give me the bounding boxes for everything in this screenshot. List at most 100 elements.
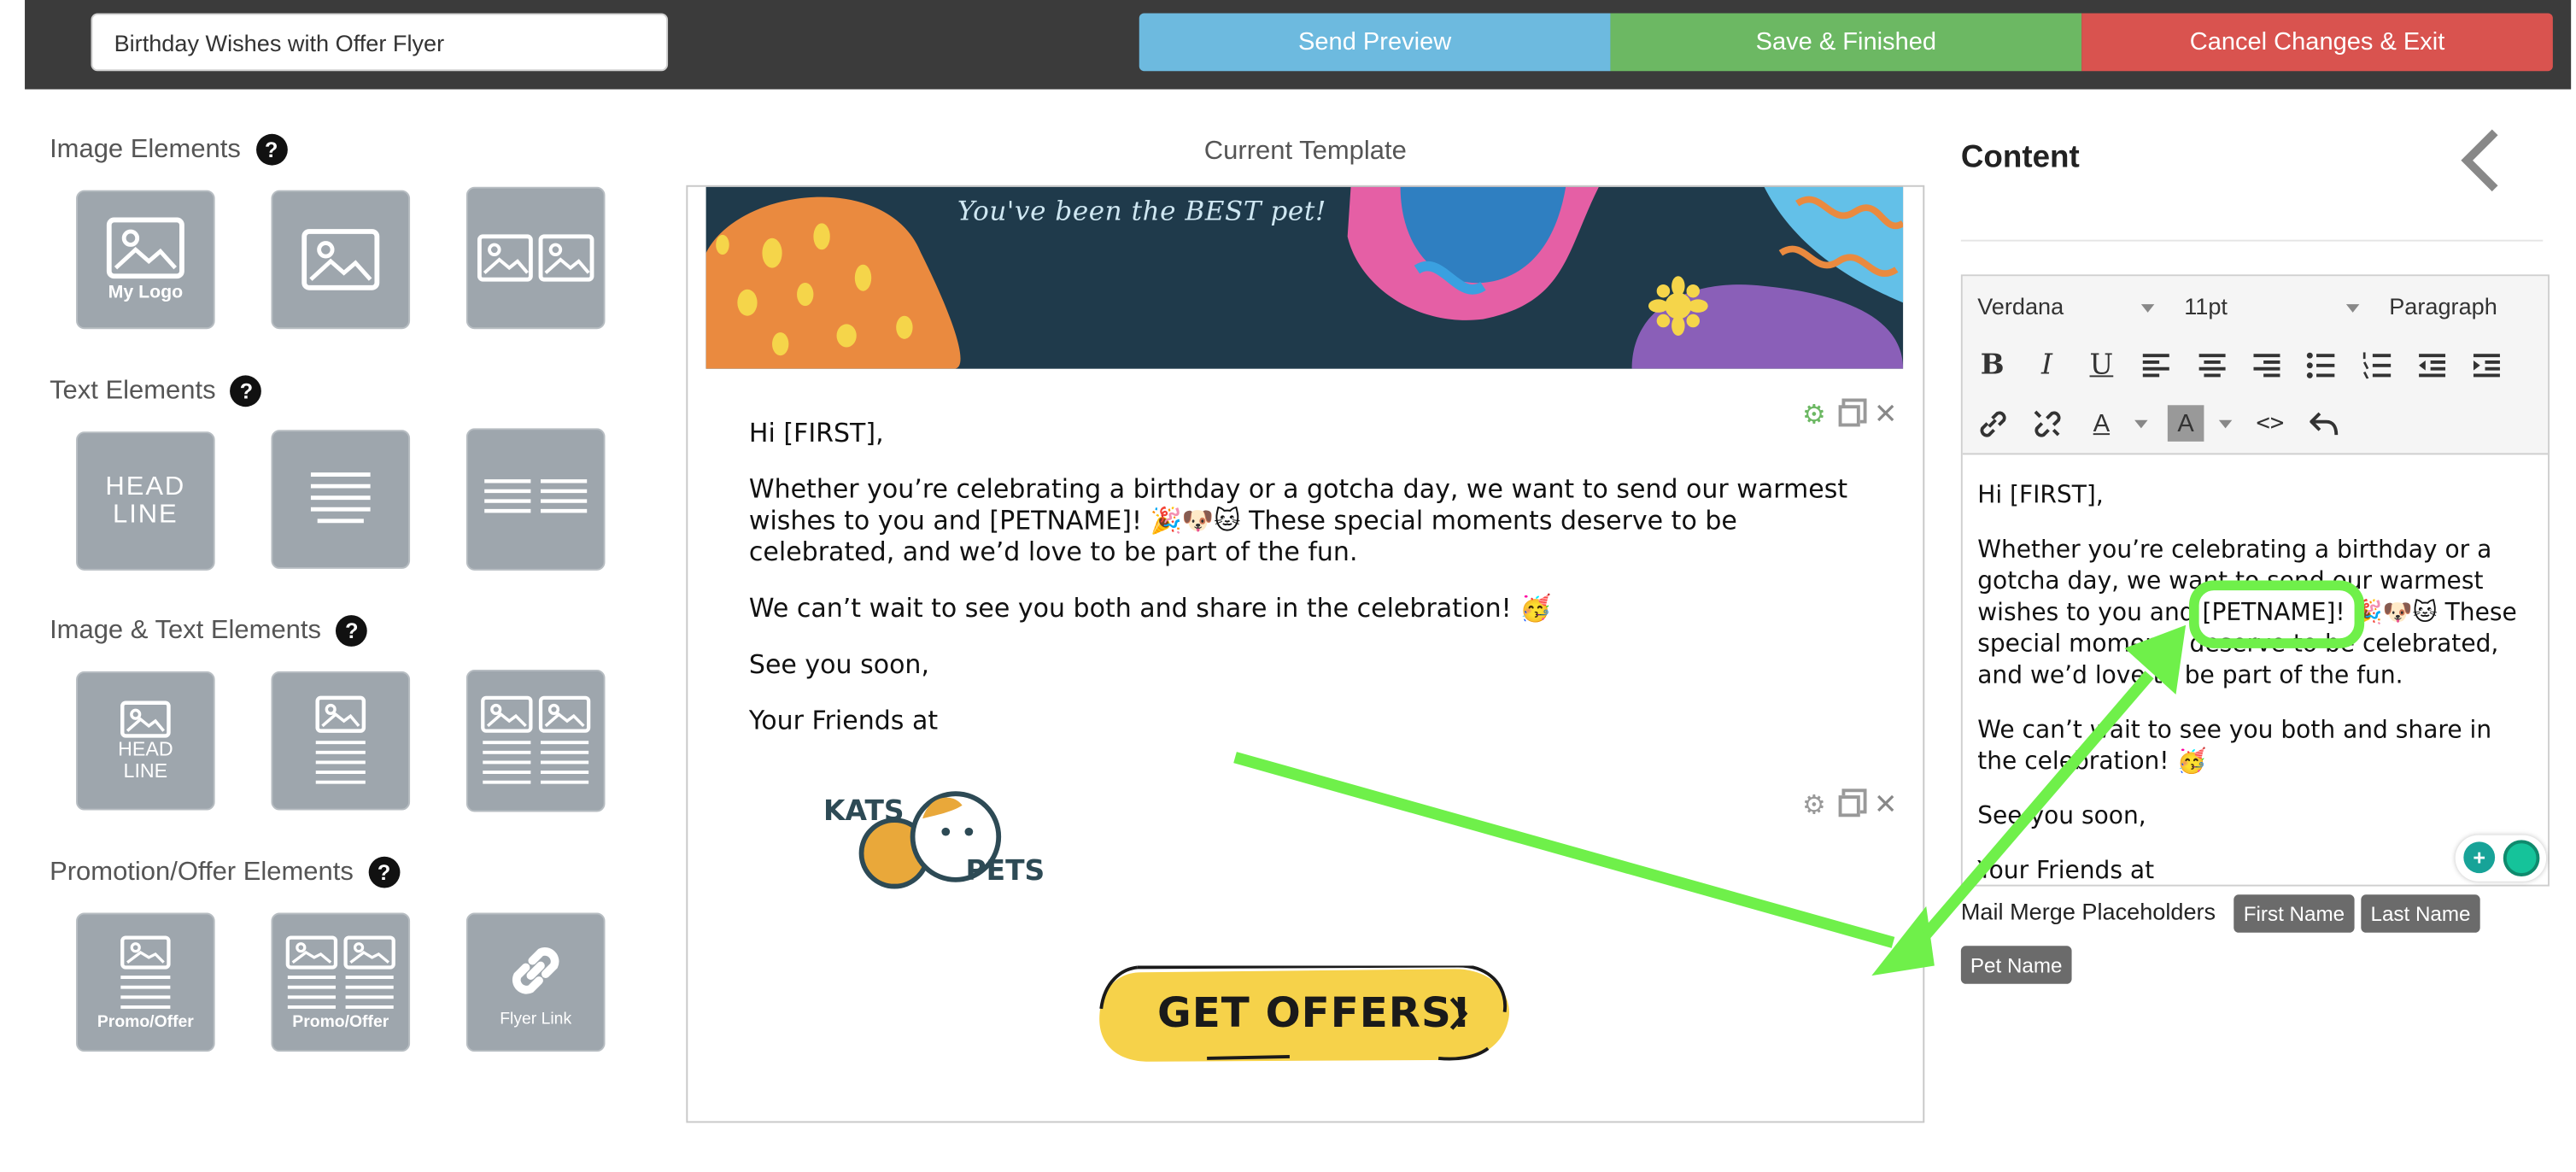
close-icon[interactable]: ✕ [1874, 788, 1898, 822]
get-offers-button[interactable]: GET OFFERS! [1092, 965, 1512, 1065]
numbered-list-icon[interactable] [2359, 348, 2396, 384]
double-image-icon [477, 234, 594, 282]
bold-icon[interactable]: B [1974, 348, 2011, 384]
petname-placeholder[interactable]: [PETNAME] [2203, 601, 2336, 627]
lightbulb-icon[interactable]: + [2463, 841, 2496, 874]
image-icon [106, 217, 184, 279]
email-text-block[interactable]: Hi [FIRST], Whether you’re celebrating a… [749, 419, 1873, 763]
email-closing: Your Friends at [748, 706, 939, 736]
align-center-icon[interactable] [2194, 348, 2231, 384]
cancel-exit-button[interactable]: Cancel Changes & Exit [2081, 13, 2553, 72]
logo-element-tile[interactable]: My Logo [76, 190, 215, 330]
help-icon[interactable]: ? [231, 375, 262, 407]
undo-icon[interactable] [2306, 405, 2343, 442]
placeholder-last-name[interactable]: Last Name [2361, 894, 2480, 933]
chevron-down-icon[interactable] [2140, 304, 2155, 313]
source-code-icon[interactable]: <> [2252, 405, 2289, 442]
editor-paragraph-1: Whether you’re celebrating a birthday or… [1977, 536, 2531, 693]
email-signoff: See you soon, [748, 649, 930, 680]
help-icon[interactable]: ? [336, 615, 368, 647]
block-format-select[interactable]: Paragraph [2389, 293, 2497, 319]
headline-line1: HEAD [105, 472, 186, 501]
font-size-select[interactable]: 11pt [2184, 293, 2228, 319]
promo-icon [120, 935, 171, 1008]
chevron-down-icon[interactable] [2134, 419, 2148, 429]
help-icon[interactable]: ? [368, 856, 401, 888]
promo-offer-tile[interactable]: Promo/Offer [76, 912, 215, 1052]
panel-divider [1960, 239, 2544, 242]
placeholder-first-name[interactable]: First Name [2234, 894, 2355, 933]
double-promo-offer-tile[interactable]: Promo/Offer [271, 912, 411, 1052]
italic-icon[interactable]: I [2029, 348, 2065, 384]
text-color-icon[interactable]: A [2083, 405, 2120, 442]
align-right-icon[interactable] [2249, 348, 2286, 384]
logo-word-pets: PETS [965, 854, 1045, 888]
headline-glyph: HEAD LINE [105, 473, 185, 530]
text-elements-heading: Text Elements ? [50, 375, 262, 407]
get-offers-label: GET OFFERS! [1157, 988, 1472, 1037]
double-promo-icon [285, 935, 395, 1008]
single-image-tile[interactable] [271, 190, 411, 330]
gear-icon[interactable]: ⚙ [1802, 788, 1826, 822]
tile-caption: Flyer Link [500, 1009, 572, 1028]
grammarly-icon[interactable] [2503, 840, 2540, 876]
grammarly-widget[interactable]: + [2455, 835, 2547, 882]
two-image-text-tile[interactable] [465, 669, 606, 812]
email-paragraph-2: We can’t wait to see you both and share … [748, 593, 1552, 624]
unlink-icon[interactable] [2029, 405, 2065, 442]
editor-toolbar: Verdana 11pt Paragraph B I U A A <> [1962, 276, 2549, 455]
template-name-input[interactable] [91, 13, 669, 72]
paragraph-tile[interactable] [271, 430, 411, 569]
chevron-down-icon[interactable] [2218, 419, 2233, 429]
section-title-text: Text Elements [50, 376, 216, 405]
two-column-text-icon [484, 479, 588, 513]
tile-caption: Promo/Offer [292, 1012, 389, 1031]
close-icon[interactable]: ✕ [1874, 399, 1898, 432]
image-icon [120, 700, 171, 738]
link-icon[interactable] [1974, 405, 2011, 442]
text-lines-icon [310, 472, 371, 524]
image-headline-tile[interactable]: HEAD LINE [76, 671, 215, 811]
editor-greeting: Hi [FIRST], [1977, 483, 2104, 510]
double-image-tile[interactable] [465, 186, 606, 330]
content-panel-title: Content [1960, 140, 2080, 176]
chevron-down-icon[interactable] [2345, 304, 2360, 313]
email-paragraph-1: Whether you’re celebrating a birthday or… [748, 474, 1848, 567]
collapse-chevron-icon[interactable] [2454, 126, 2507, 203]
editor-paragraph-2: We can’t wait to see you both and share … [1977, 718, 2492, 776]
editor-content[interactable]: Hi [FIRST], Whether you’re celebrating a… [1977, 481, 2531, 884]
headline-line2: LINE [123, 759, 168, 782]
banner-image[interactable]: You've been the BEST pet! [705, 186, 1904, 369]
image-icon [302, 229, 380, 290]
indent-icon[interactable] [2468, 348, 2505, 384]
background-color-icon[interactable]: A [2167, 405, 2204, 442]
kats-pets-logo[interactable]: KATS PETS [820, 782, 1045, 915]
placeholder-pet-name[interactable]: Pet Name [1960, 946, 2072, 984]
headline-line1: HEAD [118, 737, 173, 761]
tile-caption: My Logo [108, 283, 184, 303]
headline-tile[interactable]: HEAD LINE [76, 431, 215, 571]
send-preview-button[interactable]: Send Preview [1139, 13, 1611, 72]
template-canvas[interactable]: You've been the BEST pet! ⚙ ✕ Hi [FIRST]… [686, 185, 1925, 1123]
two-column-text-tile[interactable] [465, 428, 606, 571]
rich-text-editor[interactable]: Verdana 11pt Paragraph B I U A A <> Hi [… [1960, 274, 2550, 887]
promotion-elements-heading: Promotion/Offer Elements ? [50, 856, 401, 888]
align-left-icon[interactable] [2138, 348, 2175, 384]
top-toolbar: Send Preview Save & Finished Cancel Chan… [25, 0, 2572, 90]
section-title-text: Image Elements [50, 134, 241, 163]
bullet-list-icon[interactable] [2304, 348, 2340, 384]
image-elements-heading: Image Elements ? [50, 133, 288, 166]
save-finished-button[interactable]: Save & Finished [1610, 13, 2082, 72]
underline-icon[interactable]: U [2083, 348, 2120, 384]
link-icon [512, 946, 559, 993]
flyer-link-tile[interactable]: Flyer Link [465, 912, 606, 1052]
email-greeting: Hi [FIRST], [748, 418, 884, 448]
image-paragraph-tile[interactable] [271, 671, 411, 811]
font-family-select[interactable]: Verdana [1977, 293, 2064, 319]
help-icon[interactable]: ? [255, 133, 288, 166]
copy-icon[interactable] [1839, 794, 1861, 817]
headline-line2: LINE [113, 501, 179, 530]
outdent-icon[interactable] [2414, 348, 2450, 384]
section-title-text: Image & Text Elements [50, 616, 321, 644]
mail-merge-label: Mail Merge Placeholders [1960, 898, 2216, 925]
